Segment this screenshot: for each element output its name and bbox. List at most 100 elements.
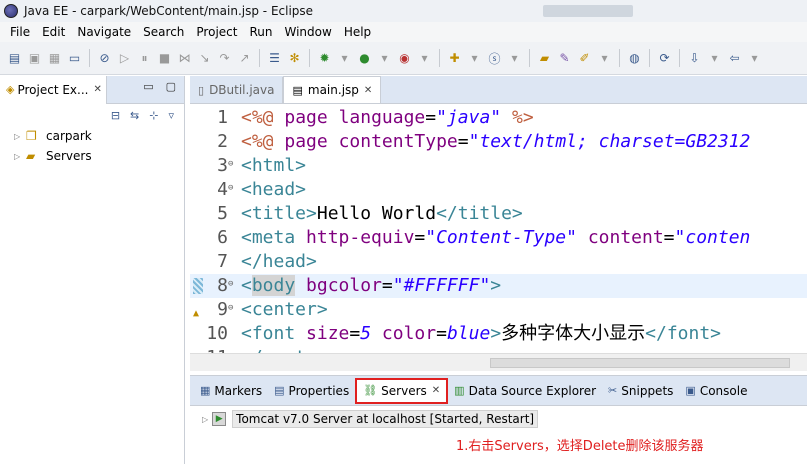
fold-icon[interactable]: ⊖ xyxy=(228,178,233,198)
next-annotation-dropdown-icon[interactable]: ▾ xyxy=(706,50,723,67)
terminate-icon[interactable]: ■ xyxy=(156,50,173,67)
java-file-icon: ▯ xyxy=(198,83,205,97)
open-task-icon[interactable]: ☰ xyxy=(266,50,283,67)
maximize-icon[interactable]: ▢ xyxy=(166,80,176,93)
menu-navigate[interactable]: Navigate xyxy=(71,25,137,39)
line-number: 1 xyxy=(217,107,228,128)
view-controls: ▭ ▢ xyxy=(143,80,176,93)
servers-icon: ⛓ xyxy=(363,384,378,397)
markers-icon: ▦ xyxy=(200,384,211,397)
suspend-icon[interactable]: ⏸ xyxy=(136,50,153,67)
fold-icon[interactable]: ⊖ xyxy=(228,154,233,174)
fold-icon[interactable]: ⊖ xyxy=(228,298,233,318)
tab-project-explorer[interactable]: ◈ Project Ex... ✕ xyxy=(0,75,107,104)
tab-snippets[interactable]: ✂ Snippets xyxy=(602,376,679,406)
step-return-icon[interactable]: ↗ xyxy=(236,50,253,67)
server-entry[interactable]: ▷ ▶ Tomcat v7.0 Server at localhost [Sta… xyxy=(202,410,539,428)
focus-icon[interactable]: ⊹ xyxy=(149,109,158,122)
search-icon[interactable]: ✎ xyxy=(556,50,573,67)
expand-icon[interactable]: ▷ xyxy=(14,152,26,161)
save-all-icon[interactable]: ▦ xyxy=(46,50,63,67)
code-line: 2 <%@ page contentType="text/html; charse… xyxy=(190,130,807,154)
editor-tabbar: ▯ DButil.java ▤ main.jsp ✕ xyxy=(190,76,807,104)
tab-properties[interactable]: ▤ Properties xyxy=(268,376,355,406)
line-number: 8 xyxy=(217,275,228,296)
new-project-icon[interactable]: ✚ xyxy=(446,50,463,67)
close-icon[interactable]: ✕ xyxy=(364,85,372,96)
data-source-icon: ▥ xyxy=(454,384,465,397)
tree-item-servers[interactable]: ▷ ▰ Servers xyxy=(14,146,184,166)
close-icon[interactable]: ✕ xyxy=(432,385,440,396)
code-text: <body bgcolor="#FFFFFF"> xyxy=(241,275,502,296)
prev-annotation-icon[interactable]: ⇦ xyxy=(726,50,743,67)
new-class-icon[interactable]: ⓢ xyxy=(486,50,503,67)
prev-annotation-dropdown-icon[interactable]: ▾ xyxy=(746,50,763,67)
new-icon[interactable]: ▤ xyxy=(6,50,23,67)
external-tools-icon[interactable]: ◉ xyxy=(396,50,413,67)
menu-edit[interactable]: Edit xyxy=(36,25,71,39)
tree-item-carpark[interactable]: ▷ ❐ carpark xyxy=(14,126,184,146)
run-dropdown-icon[interactable]: ▾ xyxy=(376,50,393,67)
tab-markers[interactable]: ▦ Markers xyxy=(194,376,268,406)
disconnect-icon[interactable]: ⋈ xyxy=(176,50,193,67)
debug-dropdown-icon[interactable]: ▾ xyxy=(336,50,353,67)
fold-icon[interactable]: ⊖ xyxy=(228,274,233,294)
menu-project[interactable]: Project xyxy=(190,25,243,39)
code-text: <%@ page contentType="text/html; charset… xyxy=(241,131,751,152)
globe-icon[interactable]: ◍ xyxy=(626,50,643,67)
terminal-icon[interactable]: ▭ xyxy=(66,50,83,67)
code-editor[interactable]: 1 <%@ page language="java" %> 2 <%@ page co… xyxy=(190,106,807,353)
menu-help[interactable]: Help xyxy=(338,25,377,39)
resume-icon[interactable]: ▷ xyxy=(116,50,133,67)
minimize-icon[interactable]: ▭ xyxy=(143,80,153,93)
link-with-editor-icon[interactable]: ⇆ xyxy=(130,109,139,122)
step-over-icon[interactable]: ↷ xyxy=(216,50,233,67)
editor-tab-label: main.jsp xyxy=(307,83,359,97)
line-number: 10 xyxy=(206,323,228,344)
menu-run[interactable]: Run xyxy=(243,25,278,39)
refresh-icon[interactable]: ⟳ xyxy=(656,50,673,67)
new-class-dropdown-icon[interactable]: ▾ xyxy=(506,50,523,67)
new-project-dropdown-icon[interactable]: ▾ xyxy=(466,50,483,67)
project-explorer-icon: ◈ xyxy=(6,83,15,96)
code-line: 10 <font size=5 color=blue>多种字体大小显示</font… xyxy=(190,322,807,346)
step-into-icon[interactable]: ↘ xyxy=(196,50,213,67)
blurred-area xyxy=(543,5,634,17)
wizard-icon[interactable]: ✻ xyxy=(286,50,303,67)
external-tools-dropdown-icon[interactable]: ▾ xyxy=(416,50,433,67)
code-text: <title>Hello World</title> xyxy=(241,203,523,224)
tab-main-jsp[interactable]: ▤ main.jsp ✕ xyxy=(283,76,382,103)
collapse-all-icon[interactable]: ⊟ xyxy=(111,109,120,122)
line-number: 3 xyxy=(217,155,228,176)
view-menu-icon[interactable]: ▿ xyxy=(168,109,174,122)
annotation-dropdown-icon[interactable]: ▾ xyxy=(596,50,613,67)
debug-icon[interactable]: ✹ xyxy=(316,50,333,67)
run-icon[interactable]: ● xyxy=(356,50,373,67)
open-type-icon[interactable]: ▰ xyxy=(536,50,553,67)
menu-window[interactable]: Window xyxy=(278,25,337,39)
annotation-icon[interactable]: ✐ xyxy=(576,50,593,67)
scrollbar-thumb[interactable] xyxy=(490,358,790,368)
tab-console[interactable]: ▣ Console xyxy=(679,376,753,406)
annotation-text: 1.右击Servers，选择Delete删除该服务器 xyxy=(456,439,704,454)
expand-icon[interactable]: ▷ xyxy=(202,415,208,424)
tab-data-source-explorer[interactable]: ▥ Data Source Explorer xyxy=(448,376,602,406)
window-title: Java EE - carpark/WebContent/main.jsp - … xyxy=(24,4,314,18)
menu-file[interactable]: File xyxy=(4,25,36,39)
tab-servers[interactable]: ⛓ Servers ✕ xyxy=(355,377,449,404)
editor-tab-label: DButil.java xyxy=(209,83,275,97)
skip-breakpoints-icon[interactable]: ⊘ xyxy=(96,50,113,67)
expand-icon[interactable]: ▷ xyxy=(14,132,26,141)
code-text: <%@ page language="java" %> xyxy=(241,107,534,128)
horizontal-scrollbar[interactable] xyxy=(190,353,807,371)
menu-search[interactable]: Search xyxy=(137,25,190,39)
bottom-tabbar: ▦ Markers ▤ Properties ⛓ Servers ✕ ▥ Data Source… xyxy=(190,376,807,406)
tree-item-label: carpark xyxy=(46,129,92,143)
next-annotation-icon[interactable]: ⇩ xyxy=(686,50,703,67)
code-line: 7 </head> xyxy=(190,250,807,274)
close-icon[interactable]: ✕ xyxy=(93,84,101,95)
save-icon[interactable]: ▣ xyxy=(26,50,43,67)
bottom-tab-label: Console xyxy=(699,383,748,398)
bottom-tab-label: Markers xyxy=(214,383,263,398)
tab-dbutil-java[interactable]: ▯ DButil.java xyxy=(190,77,284,103)
